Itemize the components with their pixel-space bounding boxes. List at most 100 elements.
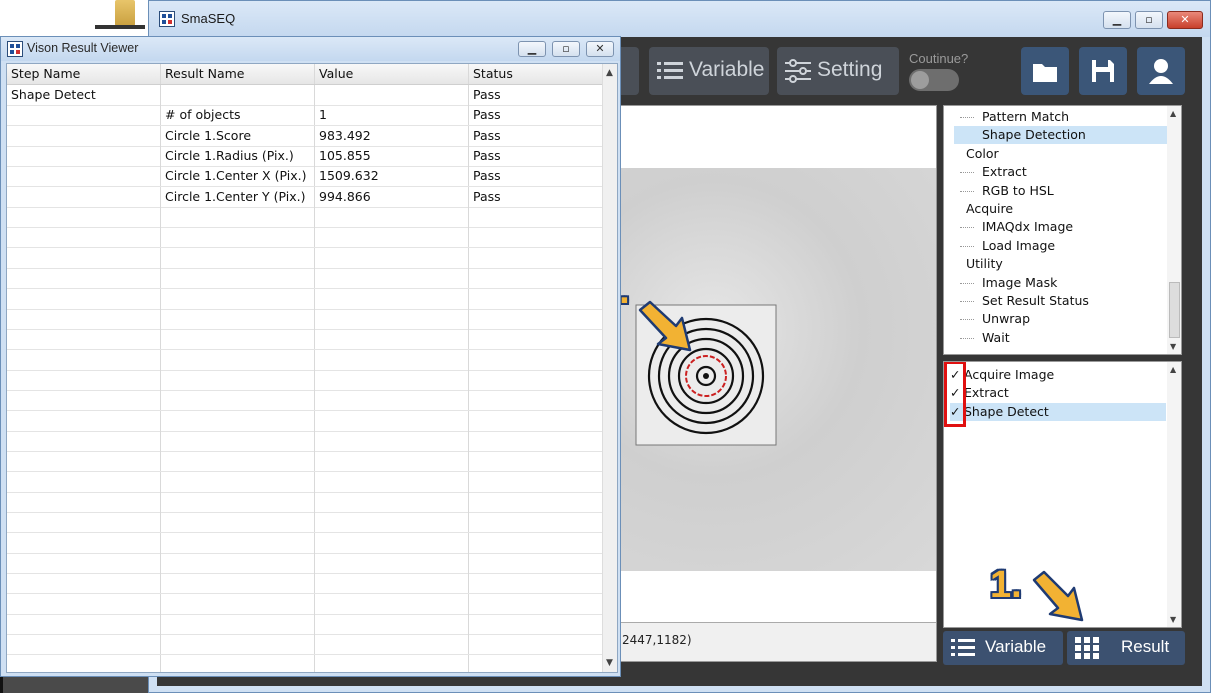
tool-tree[interactable]: Pattern Match Shape Detection Color Extract…	[943, 105, 1182, 355]
sequence-scrollbar[interactable]: ▲ ▼	[1167, 362, 1181, 627]
table-cell	[315, 227, 469, 248]
empty-table-row[interactable]	[7, 492, 603, 513]
table-cell	[161, 451, 315, 472]
tree-item[interactable]: Load Image	[982, 237, 1055, 255]
viewer-minimize-button[interactable]: ▁	[518, 41, 546, 57]
table-cell	[315, 207, 469, 228]
empty-table-row[interactable]	[7, 593, 603, 615]
empty-table-row[interactable]	[7, 349, 603, 371]
table-cell	[161, 430, 315, 451]
table-row[interactable]: Circle 1.Center Y (Pix.) 994.866 Pass	[7, 186, 603, 208]
open-folder-button[interactable]	[1021, 47, 1069, 95]
image-viewer-panel[interactable]: 2447,1182)	[617, 105, 937, 662]
table-cell: 1509.632	[315, 166, 469, 187]
tree-connector	[960, 172, 974, 174]
tree-item[interactable]: Extract	[982, 163, 1027, 181]
empty-table-row[interactable]	[7, 247, 603, 269]
tree-item[interactable]: Image Mask	[982, 274, 1057, 292]
table-cell	[469, 227, 603, 248]
tree-item[interactable]: Wait	[982, 329, 1010, 347]
tree-scrollbar[interactable]: ▲ ▼	[1167, 106, 1181, 354]
bottom-variable-button[interactable]: Variable	[943, 631, 1063, 665]
table-cell	[7, 593, 161, 614]
table-cell	[469, 654, 603, 672]
tree-item[interactable]: RGB to HSL	[982, 182, 1054, 200]
bottom-result-button[interactable]: Result	[1067, 631, 1185, 665]
annotation-arrow-2-icon	[638, 300, 692, 352]
viewer-maximize-button[interactable]: ▫	[552, 41, 580, 57]
empty-table-row[interactable]	[7, 634, 603, 656]
viewer-title-bar[interactable]: Vison Result Viewer ▁ ▫ ✕	[1, 37, 620, 61]
empty-table-row[interactable]	[7, 369, 603, 391]
empty-table-row[interactable]	[7, 288, 603, 310]
maximize-button[interactable]: ▫	[1135, 11, 1163, 29]
smaseq-title-bar[interactable]: SmaSEQ ▁ ▫ ✕	[149, 1, 1210, 37]
tree-category[interactable]: Acquire	[966, 200, 1013, 218]
user-button[interactable]	[1137, 47, 1185, 95]
table-cell	[469, 614, 603, 635]
column-header[interactable]: Status	[469, 64, 603, 84]
table-cell	[469, 573, 603, 594]
empty-table-row[interactable]	[7, 654, 603, 672]
table-cell	[7, 573, 161, 594]
table-cell	[161, 410, 315, 431]
empty-table-row[interactable]	[7, 268, 603, 290]
empty-table-row[interactable]	[7, 308, 603, 330]
column-header[interactable]: Step Name	[7, 64, 161, 84]
empty-table-row[interactable]	[7, 430, 603, 452]
empty-table-row[interactable]	[7, 207, 603, 229]
table-cell: Pass	[469, 125, 603, 146]
empty-table-row[interactable]	[7, 227, 603, 249]
table-cell	[315, 471, 469, 492]
table-cell	[315, 593, 469, 614]
tree-item[interactable]: Set Result Status	[982, 292, 1089, 310]
desktop-folder-icon[interactable]	[115, 0, 135, 26]
column-header[interactable]: Value	[315, 64, 469, 84]
continue-toggle[interactable]	[909, 69, 959, 91]
sequence-item[interactable]: ✓ Shape Detect	[950, 402, 1166, 421]
table-cell	[469, 512, 603, 533]
empty-table-row[interactable]	[7, 512, 603, 534]
save-button[interactable]	[1079, 47, 1127, 95]
empty-table-row[interactable]	[7, 614, 603, 636]
table-cell: # of objects	[161, 105, 315, 126]
table-row[interactable]: Circle 1.Score 983.492 Pass	[7, 125, 603, 147]
minimize-button[interactable]: ▁	[1103, 11, 1131, 29]
empty-table-row[interactable]	[7, 451, 603, 473]
tree-category[interactable]: Utility	[966, 255, 1003, 273]
table-cell	[469, 247, 603, 268]
empty-table-row[interactable]	[7, 553, 603, 575]
close-button[interactable]: ✕	[1167, 11, 1203, 29]
result-table[interactable]: Step Name Result Name Value Status Shape…	[6, 63, 618, 673]
table-row[interactable]: Circle 1.Radius (Pix.) 105.855 Pass	[7, 146, 603, 168]
inspection-image[interactable]	[618, 168, 936, 571]
tree-item[interactable]: Shape Detection	[954, 126, 1172, 145]
empty-table-row[interactable]	[7, 410, 603, 432]
table-scrollbar[interactable]: ▲ ▼	[602, 64, 617, 672]
empty-table-row[interactable]	[7, 532, 603, 554]
table-cell	[315, 532, 469, 553]
empty-table-row[interactable]	[7, 573, 603, 595]
empty-table-row[interactable]	[7, 471, 603, 493]
table-cell: 105.855	[315, 146, 469, 167]
viewer-close-button[interactable]: ✕	[586, 41, 614, 57]
table-row[interactable]: Shape Detect Pass	[7, 85, 603, 106]
bottom-variable-label: Variable	[985, 637, 1047, 656]
empty-table-row[interactable]	[7, 329, 603, 351]
column-header[interactable]: Result Name	[161, 64, 315, 84]
table-row[interactable]: Circle 1.Center X (Pix.) 1509.632 Pass	[7, 166, 603, 188]
toolbar-setting-button[interactable]: Setting	[777, 47, 899, 95]
tree-item[interactable]: Unwrap	[982, 310, 1030, 328]
empty-table-row[interactable]	[7, 390, 603, 412]
tree-item[interactable]: Pattern Match	[982, 108, 1069, 126]
tree-category[interactable]: Color	[966, 145, 999, 163]
user-icon	[1149, 59, 1173, 84]
toolbar-variable-button[interactable]: Variable	[649, 47, 769, 95]
continue-label: Coutinue?	[909, 51, 969, 66]
tree-connector	[960, 337, 974, 339]
table-row[interactable]: # of objects 1 Pass	[7, 105, 603, 127]
table-cell	[161, 247, 315, 268]
table-cell	[161, 532, 315, 553]
tree-item[interactable]: IMAQdx Image	[982, 218, 1073, 236]
table-cell	[469, 553, 603, 574]
